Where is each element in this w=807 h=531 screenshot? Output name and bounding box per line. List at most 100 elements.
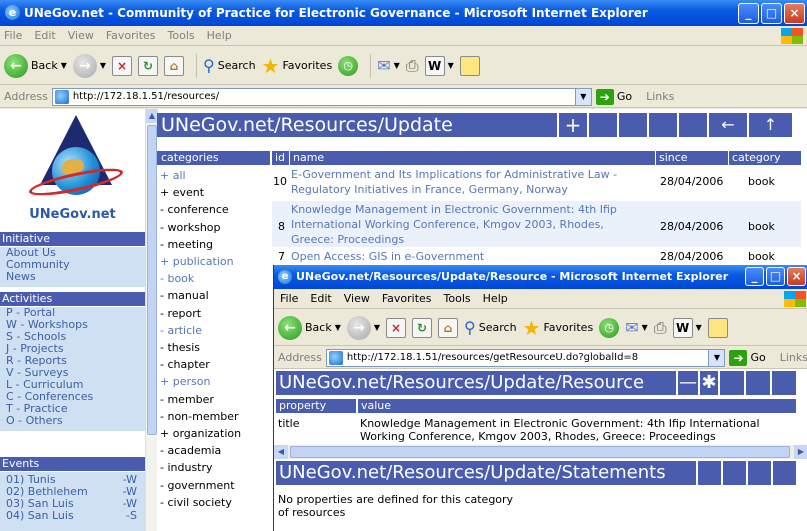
minimize-button[interactable]: _ [738,3,759,24]
word-icon[interactable]: W [672,317,693,338]
stop-icon[interactable]: × [386,317,407,338]
category-item[interactable]: - workshop [160,219,221,236]
back-arrow-button[interactable]: ← [707,113,747,137]
statements-header: UNeGov.net/Resources/Update/Statements [276,461,796,485]
menu-help[interactable]: Help [207,29,232,42]
table-row-link[interactable]: Knowledge Management in Electronic Gover… [291,202,617,247]
category-item[interactable]: - non-member [160,408,239,425]
col-id-header: id [272,151,289,165]
mail-icon[interactable]: ✉ [625,318,638,337]
category-item[interactable]: - civil society [160,494,232,511]
forward-button[interactable]: → ▼ [72,53,106,78]
history-icon[interactable]: ◷ [338,55,359,76]
ie-icon: e [5,5,20,20]
add-button[interactable]: + [557,113,587,137]
history-icon[interactable]: ◷ [599,317,620,338]
table-row-link[interactable]: E-Government and Its Implications for Ad… [291,167,617,197]
category-item[interactable]: - member [160,391,214,408]
maximize-button[interactable]: □ [761,3,782,24]
links-button[interactable]: Links [646,90,674,103]
menu-tools[interactable]: Tools [168,29,195,42]
menu-edit[interactable]: Edit [34,29,55,42]
print-icon[interactable]: ⎙ [654,318,667,338]
category-item[interactable]: - thesis [160,339,200,356]
address-input[interactable]: http://172.18.1.51/resources/ ▼ [51,87,592,106]
category-item[interactable]: + event [160,184,204,201]
close-button[interactable]: × [784,3,805,24]
chevron-down-icon[interactable]: ▼ [374,323,380,332]
category-item[interactable]: - academia [160,442,221,459]
category-item[interactable]: - meeting [160,236,213,253]
forward-arrow-icon: → [72,53,97,78]
category-item[interactable]: - book [160,270,194,287]
category-item[interactable]: - article [160,322,202,339]
star-icon: ★ [261,53,280,78]
popup-address-input[interactable]: http://172.18.1.51/resources/getResource… [325,348,726,367]
search-button[interactable]: ⚲ Search [203,56,256,75]
chevron-down-icon[interactable]: ▼ [100,61,106,70]
back-button[interactable]: ← Back ▼ [4,53,67,78]
scroll-right-icon[interactable]: ▶ [794,445,807,459]
stop-icon[interactable]: × [112,55,133,76]
popup-go-button[interactable]: ➔ Go [729,349,766,366]
chevron-down-icon[interactable]: ▼ [335,323,341,332]
menu-file[interactable]: File [4,29,22,42]
no-properties-message: No properties are defined for this categ… [278,493,513,519]
edit-asterisk-button[interactable]: ✱ [698,371,718,395]
category-item[interactable]: - industry [160,459,213,476]
category-item[interactable]: - conference [160,201,229,218]
scrollbar-thumb[interactable] [290,446,790,458]
search-icon: ⚲ [203,56,215,75]
category-item[interactable]: + publication [160,253,234,270]
popup-forward-button[interactable]: → ▼ [346,315,380,340]
popup-links-button[interactable]: Links [780,351,807,364]
chevron-down-icon[interactable]: ▼ [61,61,67,70]
popup-horizontal-scrollbar[interactable]: ◀ ▶ [274,445,807,459]
category-item[interactable]: + all [160,167,186,184]
mail-icon[interactable]: ✉ [377,56,390,75]
category-item[interactable]: + organization [160,425,241,442]
popup-close-button[interactable]: × [787,267,806,286]
popup-menu-edit[interactable]: Edit [310,292,331,305]
address-dropdown-icon[interactable]: ▼ [574,88,591,105]
sidebar-scrollbar[interactable]: ▲ [145,109,158,531]
print-icon[interactable]: ⎙ [406,56,419,76]
refresh-icon[interactable]: ↻ [138,55,159,76]
popup-search-button[interactable]: ⚲ Search [464,318,517,337]
popup-minimize-button[interactable]: _ [745,267,764,286]
scroll-left-icon[interactable]: ◀ [274,445,288,459]
unegov-logo[interactable]: UNeGov.net [0,109,145,230]
menu-view[interactable]: View [68,29,94,42]
word-icon[interactable]: W [424,55,445,76]
menu-favorites[interactable]: Favorites [106,29,156,42]
home-icon[interactable]: ⌂ [438,317,459,338]
category-item[interactable]: + person [160,373,210,390]
category-item[interactable]: - report [160,305,201,322]
sidebar-item-others[interactable]: O - Others [0,415,145,427]
remove-button[interactable]: — [676,371,698,395]
sidebar-event-item[interactable]: 04) San Luis -S [0,510,145,522]
popup-menu-file[interactable]: File [280,292,298,305]
popup-menu-view[interactable]: View [344,292,370,305]
up-arrow-button[interactable]: ↑ [747,113,792,137]
favorites-button[interactable]: ★ Favorites [262,56,333,76]
refresh-icon[interactable]: ↻ [412,317,433,338]
popup-menu-tools[interactable]: Tools [444,292,471,305]
address-dropdown-icon[interactable]: ▼ [708,349,725,366]
note-icon[interactable] [459,55,480,76]
popup-maximize-button[interactable]: □ [766,267,785,286]
category-item[interactable]: - manual [160,287,209,304]
table-row-link[interactable]: Open Access: GIS in e-Government [291,250,484,263]
popup-back-button[interactable]: ← Back ▼ [278,315,341,340]
category-item[interactable]: - government [160,477,235,494]
popup-favorites-button[interactable]: ★ Favorites [523,318,594,338]
scrollbar-thumb[interactable] [147,125,157,435]
sidebar-item-news[interactable]: News [0,271,145,283]
statements-title: UNeGov.net/Resources/Update/Statements [279,462,666,483]
category-item[interactable]: - chapter [160,356,210,373]
go-button[interactable]: ➔ Go [595,88,632,105]
note-icon[interactable] [707,317,728,338]
home-icon[interactable]: ⌂ [164,55,185,76]
popup-menu-help[interactable]: Help [483,292,508,305]
popup-menu-favorites[interactable]: Favorites [382,292,432,305]
